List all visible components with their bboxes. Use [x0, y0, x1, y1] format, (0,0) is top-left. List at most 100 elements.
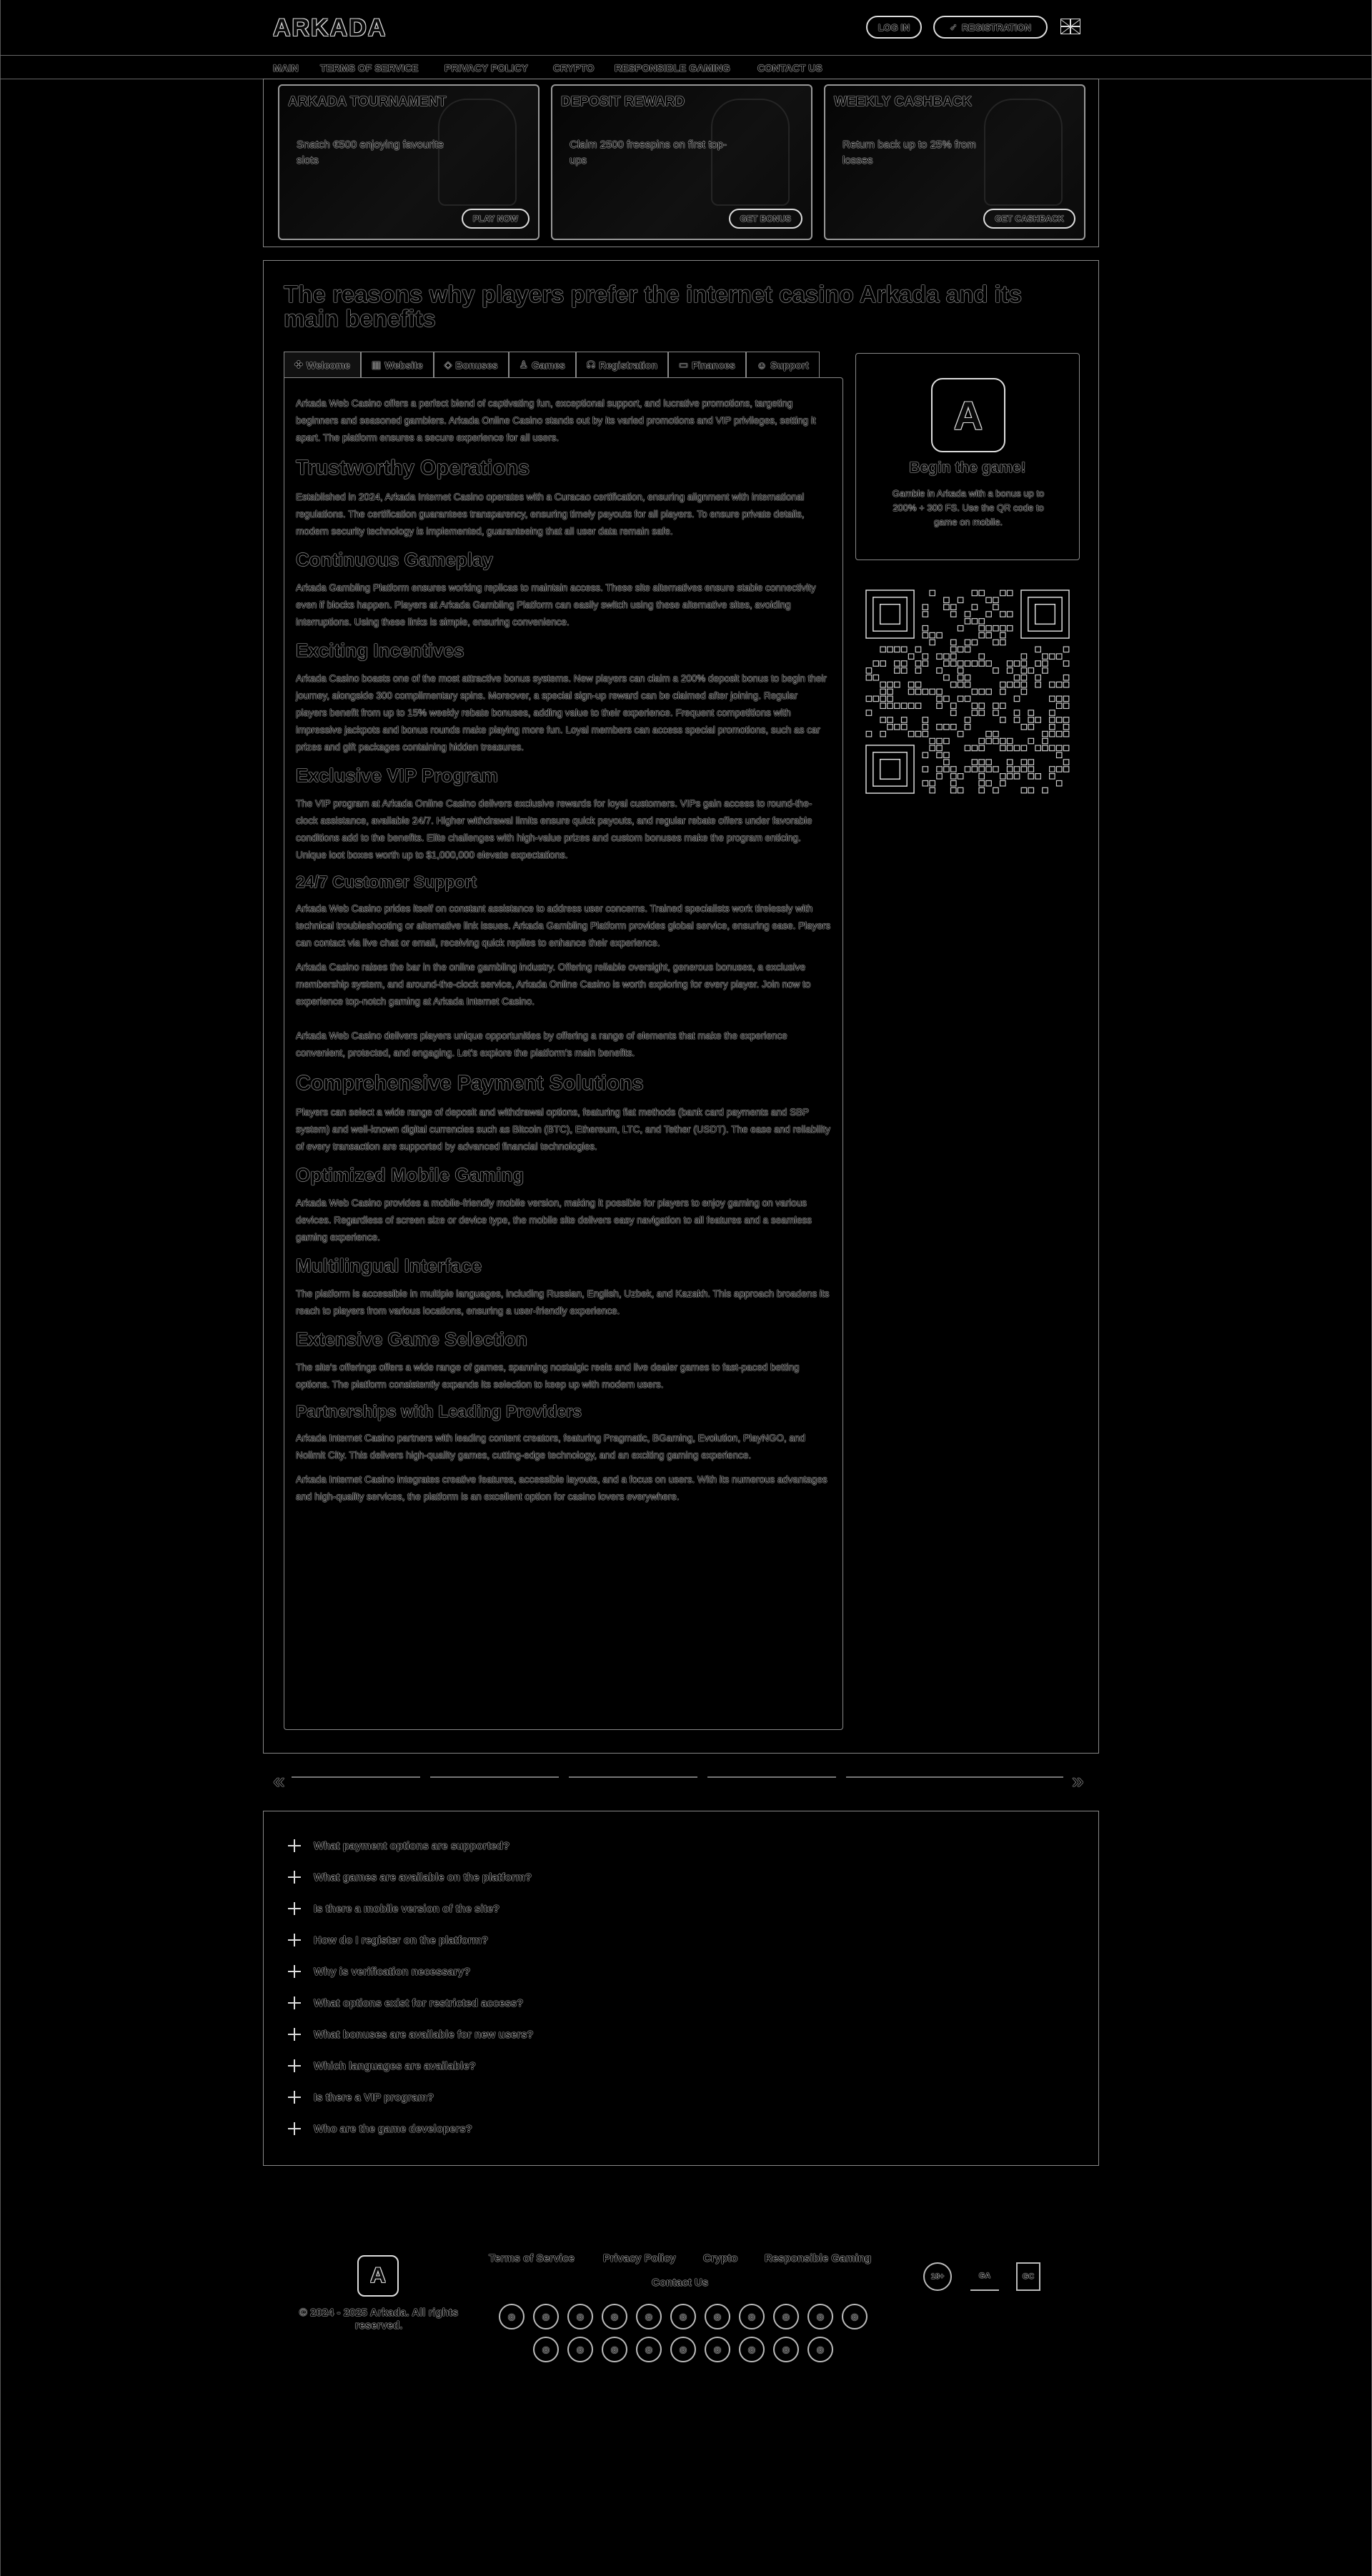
nav-item-main[interactable]: Main [273, 62, 299, 74]
begin-game-card[interactable]: A Begin the game! Gamble in Arkada with … [855, 353, 1080, 560]
footer-link-terms[interactable]: Terms of Service [489, 2252, 575, 2264]
tab-bonuses[interactable]: ◈ Bonuses [433, 352, 509, 377]
section-heading: Trustworthy Operations [296, 457, 530, 479]
promo-card-deposit[interactable]: DEPOSIT REWARD Claim 2500 freespins on f… [551, 84, 812, 240]
get-bonus-button[interactable]: GET BONUS [728, 209, 802, 229]
pay-5-icon: ◎ [670, 2337, 696, 2362]
get-cashback-button[interactable]: GET CASHBACK [983, 209, 1075, 229]
paragraph: Arkada Casino boasts one of the most att… [296, 673, 827, 752]
nav-item-crypto[interactable]: Crypto [553, 62, 595, 74]
headset-icon: ☊ [586, 359, 596, 370]
chart-icon: ▥ [371, 359, 382, 370]
paragraph: Arkada Internet Casino integrates creati… [296, 1474, 827, 1502]
begin-game-description: Gamble in Arkada with a bonus up to 200%… [892, 488, 1045, 527]
registration-label: REGISTRATION [961, 21, 1032, 33]
section-heading: Exciting Incentives [296, 640, 464, 661]
slider-item[interactable] [955, 1776, 1063, 1785]
tab-welcome[interactable]: ✤ Welcome [284, 352, 361, 377]
login-button[interactable]: LOG IN [866, 16, 922, 39]
faq-item[interactable]: Who are the game developers? [288, 2120, 472, 2137]
age-18-badge: 18+ [923, 2262, 952, 2291]
language-flag-icon[interactable] [1060, 19, 1080, 34]
paragraph: The site's offerings offers a wide range… [296, 1362, 800, 1390]
site-footer: A © 2024 - 2025 Arkada. All rights reser… [0, 2215, 1372, 2576]
promo-card-tournament[interactable]: ARKADA TOURNAMENT Snatch €500 enjoying f… [278, 84, 540, 240]
tab-support[interactable]: ☺ Support [745, 352, 820, 377]
tab-games[interactable]: ♙ Games [508, 352, 576, 377]
plus-icon [288, 1996, 301, 2009]
paragraph: Players can select a wide range of depos… [296, 1107, 831, 1152]
arkada-app-icon: A [931, 378, 1005, 452]
coin-3-icon: ◎ [567, 2304, 593, 2329]
coin-1-icon: ◎ [499, 2304, 525, 2329]
section-heading: Multilingual Interface [296, 1255, 482, 1276]
coin-2-icon: ◎ [533, 2304, 559, 2329]
faq-item[interactable]: What games are available on the platform… [288, 1869, 532, 1886]
footer-link-responsible[interactable]: Responsible Gaming [765, 2252, 871, 2264]
tab-finances[interactable]: ▭ Finances [667, 352, 746, 377]
registration-button[interactable]: ➶ REGISTRATION [933, 16, 1048, 39]
paragraph: Arkada Internet Casino partners with lea… [296, 1433, 805, 1461]
coin-6-icon: ◎ [670, 2304, 696, 2329]
faq-question: What options exist for restricted access… [314, 1996, 524, 2009]
faq-question: What bonuses are available for new users… [314, 2028, 534, 2041]
site-logo[interactable]: ARKADA [273, 14, 387, 42]
faq-section: What payment options are supported? What… [263, 1811, 1099, 2166]
slider-next-icon[interactable]: » [1072, 1771, 1084, 1792]
faq-item[interactable]: How do I register on the platform? [288, 1931, 488, 1949]
pay-8-icon: ◎ [773, 2337, 799, 2362]
tab-label: Welcome [306, 359, 350, 371]
faq-item[interactable]: What payment options are supported? [288, 1837, 509, 1854]
nav-item-contact[interactable]: Contact Us [757, 62, 822, 74]
ticket-icon: ◈ [444, 359, 452, 370]
plus-icon [288, 1871, 301, 1884]
qr-code[interactable] [865, 590, 1070, 794]
faq-item[interactable]: Which languages are available? [288, 2057, 476, 2074]
faq-item[interactable]: Is there a mobile version of the site? [288, 1900, 499, 1917]
tab-label: Finances [692, 359, 735, 371]
slider-item[interactable] [569, 1776, 697, 1785]
faq-question: How do I register on the platform? [314, 1934, 489, 1946]
faq-item[interactable]: Why is verification necessary? [288, 1963, 470, 1980]
slider-item[interactable] [292, 1776, 420, 1785]
joystick-icon: ♙ [519, 359, 529, 370]
faq-item[interactable]: What options exist for restricted access… [288, 1994, 523, 2011]
faq-question: Is there a VIP program? [314, 2091, 434, 2104]
section-heading: 24/7 Customer Support [296, 872, 477, 891]
promo-title: ARKADA TOURNAMENT [288, 94, 447, 109]
slider-item[interactable] [430, 1776, 559, 1785]
pay-7-icon: ◎ [739, 2337, 765, 2362]
footer-link-crypto[interactable]: Crypto [703, 2252, 737, 2264]
slider-prev-icon[interactable]: « [273, 1771, 285, 1792]
paragraph: Arkada Web Casino delivers players uniqu… [296, 1030, 787, 1058]
promo-card-cashback[interactable]: WEEKLY CASHBACK Return back up to 25% fr… [824, 84, 1085, 240]
tab-registration[interactable]: ☊ Registration [575, 352, 668, 377]
tab-website[interactable]: ▥ Website [360, 352, 434, 377]
promo-title: WEEKLY CASHBACK [834, 94, 973, 109]
plus-icon [288, 2122, 301, 2135]
pay-1-icon: ◎ [533, 2337, 559, 2362]
slider-item[interactable] [707, 1776, 836, 1785]
tab-label: Games [532, 359, 565, 371]
footer-link-privacy[interactable]: Privacy Policy [603, 2252, 676, 2264]
main-nav: Main Terms of Service Privacy Policy Cry… [0, 56, 1372, 79]
faq-item[interactable]: What bonuses are available for new users… [288, 2026, 534, 2043]
coin-10-icon: ◎ [807, 2304, 833, 2329]
faq-question: What payment options are supported? [314, 1839, 510, 1852]
play-now-button[interactable]: PLAY NOW [461, 209, 530, 229]
nav-item-privacy[interactable]: Privacy Policy [444, 62, 528, 74]
faq-question: Is there a mobile version of the site? [314, 1902, 500, 1915]
section-heading: Comprehensive Payment Solutions [296, 1072, 644, 1095]
login-label: LOG IN [878, 21, 910, 33]
site-header: ARKADA LOG IN ➶ REGISTRATION [0, 0, 1372, 56]
nav-item-terms[interactable]: Terms of Service [320, 62, 418, 74]
providers-slider: « » [273, 1771, 1089, 1792]
footer-link-contact[interactable]: Contact Us [652, 2277, 708, 2289]
faq-item[interactable]: Is there a VIP program? [288, 2089, 434, 2106]
paragraph: Established in 2024, Arkada Internet Cas… [296, 492, 805, 537]
tab-label: Bonuses [455, 359, 498, 371]
nav-item-responsible[interactable]: Responsible Gaming [615, 62, 730, 74]
coin-11-icon: ◎ [842, 2304, 868, 2329]
footer-logo[interactable]: A [357, 2255, 399, 2297]
coin-7-icon: ◎ [705, 2304, 730, 2329]
